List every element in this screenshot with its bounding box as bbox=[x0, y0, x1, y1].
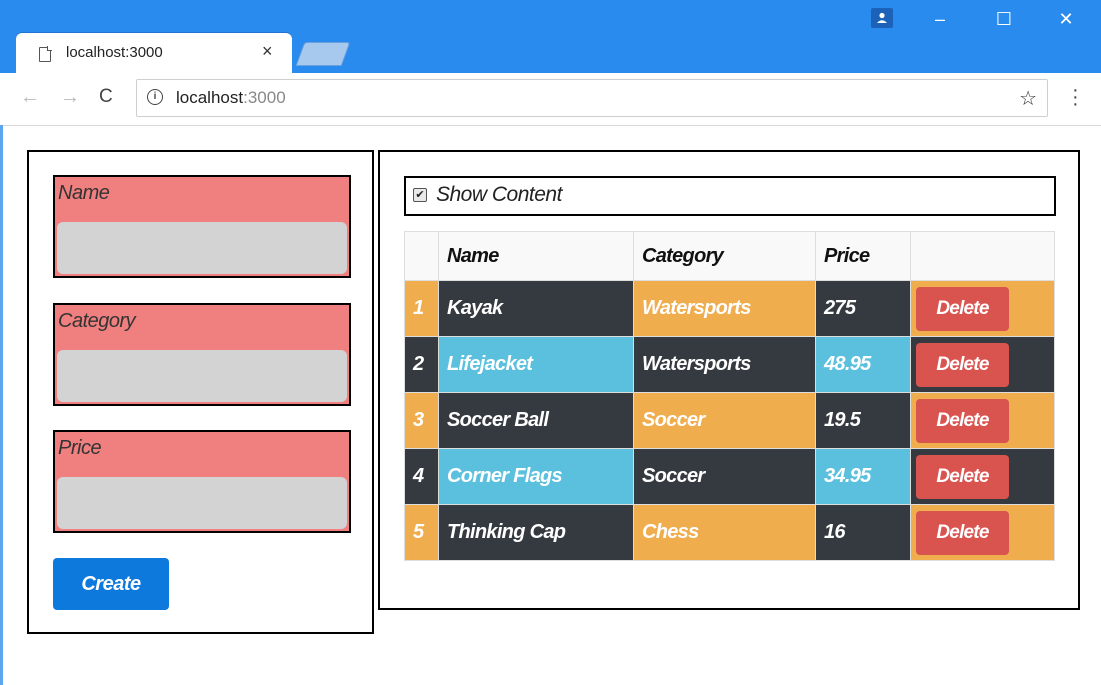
url-port: :3000 bbox=[243, 88, 286, 107]
row-index: 1 bbox=[404, 280, 439, 337]
delete-button[interactable]: Delete bbox=[916, 510, 1009, 555]
create-button[interactable]: Create bbox=[53, 558, 169, 610]
header-index bbox=[404, 231, 439, 281]
row-category: Soccer bbox=[633, 392, 816, 449]
table-row: 5 Thinking Cap Chess 16 Delete bbox=[404, 504, 1055, 561]
row-actions: Delete bbox=[910, 392, 1055, 449]
close-window-icon[interactable]: ✕ bbox=[1046, 10, 1086, 28]
page-icon bbox=[39, 46, 52, 62]
row-price: 48.95 bbox=[815, 336, 911, 393]
address-bar[interactable]: i localhost:3000 ☆ bbox=[136, 79, 1048, 117]
reload-icon[interactable]: C bbox=[99, 87, 113, 107]
table-row: 4 Corner Flags Soccer 34.95 Delete bbox=[404, 448, 1055, 505]
row-index: 2 bbox=[404, 336, 439, 393]
url-host: localhost bbox=[176, 88, 244, 107]
browser-toolbar: ← → C i localhost:3000 ☆ · · · bbox=[0, 73, 1101, 126]
row-category: Watersports bbox=[633, 336, 816, 393]
row-index: 3 bbox=[404, 392, 439, 449]
row-name: Corner Flags bbox=[438, 448, 634, 505]
row-category: Soccer bbox=[633, 448, 816, 505]
bookmark-star-icon[interactable]: ☆ bbox=[1019, 86, 1037, 111]
delete-button[interactable]: Delete bbox=[916, 286, 1009, 331]
row-name: Soccer Ball bbox=[438, 392, 634, 449]
row-name: Thinking Cap bbox=[438, 504, 634, 561]
table-row: 1 Kayak Watersports 275 Delete bbox=[404, 280, 1055, 337]
url-text: localhost:3000 bbox=[176, 88, 286, 108]
window-edge bbox=[0, 125, 3, 685]
product-form-panel: Name Category Price Create bbox=[27, 150, 374, 634]
row-category: Watersports bbox=[633, 280, 816, 337]
profile-icon[interactable] bbox=[871, 8, 893, 28]
info-icon[interactable]: i bbox=[147, 89, 163, 105]
table-header-row: Name Category Price bbox=[404, 231, 1055, 281]
row-index: 4 bbox=[404, 448, 439, 505]
delete-button[interactable]: Delete bbox=[916, 454, 1009, 499]
row-name: Lifejacket bbox=[438, 336, 634, 393]
minimize-icon[interactable]: – bbox=[920, 10, 960, 28]
category-label: Category bbox=[58, 310, 136, 332]
row-price: 34.95 bbox=[815, 448, 911, 505]
delete-button[interactable]: Delete bbox=[916, 342, 1009, 387]
category-input[interactable] bbox=[57, 350, 347, 402]
row-category: Chess bbox=[633, 504, 816, 561]
name-field-group: Name bbox=[53, 175, 351, 278]
row-actions: Delete bbox=[910, 448, 1055, 505]
maximize-icon[interactable]: ☐ bbox=[984, 10, 1024, 28]
name-input[interactable] bbox=[57, 222, 347, 274]
header-price: Price bbox=[815, 231, 911, 281]
price-label: Price bbox=[58, 437, 102, 459]
header-name: Name bbox=[438, 231, 634, 281]
delete-button[interactable]: Delete bbox=[916, 398, 1009, 443]
category-field-group: Category bbox=[53, 303, 351, 406]
row-index: 5 bbox=[404, 504, 439, 561]
header-actions bbox=[910, 231, 1055, 281]
new-tab-button[interactable] bbox=[295, 42, 351, 66]
row-price: 19.5 bbox=[815, 392, 911, 449]
row-price: 16 bbox=[815, 504, 911, 561]
person-icon bbox=[877, 12, 887, 23]
table-row: 3 Soccer Ball Soccer 19.5 Delete bbox=[404, 392, 1055, 449]
row-actions: Delete bbox=[910, 280, 1055, 337]
row-actions: Delete bbox=[910, 336, 1055, 393]
show-content-checkbox[interactable]: ✔ bbox=[413, 188, 427, 202]
show-content-toggle: ✔ Show Content bbox=[404, 176, 1056, 216]
row-name: Kayak bbox=[438, 280, 634, 337]
forward-arrow-icon[interactable]: → bbox=[60, 87, 80, 107]
price-input[interactable] bbox=[57, 477, 347, 529]
browser-tab[interactable]: localhost:3000 × bbox=[16, 33, 292, 75]
row-actions: Delete bbox=[910, 504, 1055, 561]
tab-title: localhost:3000 bbox=[66, 44, 163, 61]
product-table: Name Category Price 1 Kayak Watersports … bbox=[404, 231, 1055, 561]
show-content-label: Show Content bbox=[436, 183, 562, 206]
product-table-panel: ✔ Show Content Name Category Price 1 Kay… bbox=[378, 150, 1080, 610]
browser-titlebar: localhost:3000 × – ☐ ✕ bbox=[0, 0, 1101, 75]
header-category: Category bbox=[633, 231, 816, 281]
price-field-group: Price bbox=[53, 430, 351, 533]
table-row: 2 Lifejacket Watersports 48.95 Delete bbox=[404, 336, 1055, 393]
browser-menu-icon[interactable]: · · · bbox=[1072, 80, 1079, 114]
name-label: Name bbox=[58, 182, 110, 204]
tab-close-icon[interactable]: × bbox=[262, 42, 273, 60]
back-arrow-icon[interactable]: ← bbox=[20, 87, 40, 107]
row-price: 275 bbox=[815, 280, 911, 337]
